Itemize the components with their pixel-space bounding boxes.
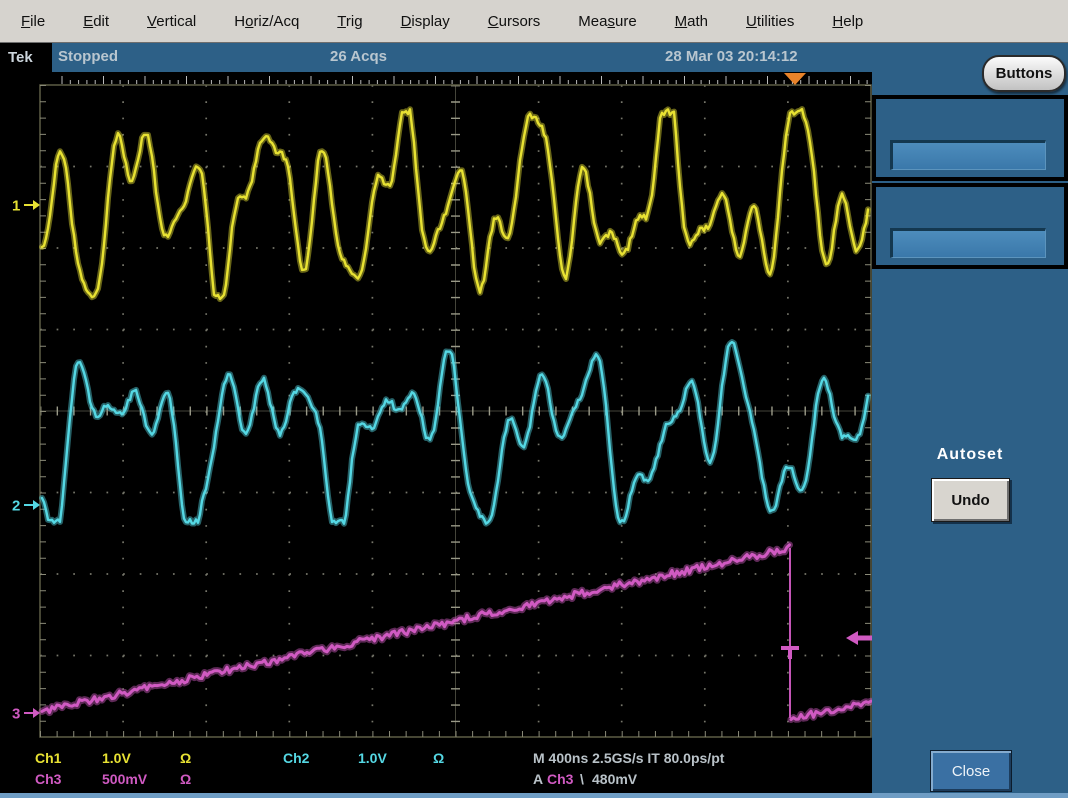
trace-ch3 — [42, 545, 871, 720]
trigger-slope-icon: \ — [580, 771, 584, 787]
acquisition-count: 26 Acqs — [330, 48, 387, 65]
acquisition-status: Stopped — [58, 48, 118, 65]
close-button[interactable]: Close — [930, 750, 1012, 792]
oscilloscope-screen: FileEditVerticalHoriz/AcqTrigDisplayCurs… — [0, 0, 1068, 798]
waveform-area: 1 2 3 — [0, 72, 872, 746]
panel-field-1[interactable] — [890, 140, 1046, 170]
ch2-label: Ch2 — [283, 750, 309, 766]
ch2-scale-readout: 1.0V — [358, 750, 387, 766]
ch3-reference-marker: 3 — [12, 706, 40, 723]
panel-field-2[interactable] — [890, 228, 1046, 258]
menu-item-help[interactable]: Help — [813, 13, 882, 30]
trigger-level-arrow-icon — [846, 631, 872, 645]
menu-item-utilities[interactable]: Utilities — [727, 13, 813, 30]
menu-bar: FileEditVerticalHoriz/AcqTrigDisplayCurs… — [0, 0, 1068, 43]
trigger-mode-readout: A — [533, 771, 543, 787]
trigger-level-readout: 480mV — [592, 771, 637, 787]
menu-item-display[interactable]: Display — [382, 13, 469, 30]
status-bar: Tek Stopped 26 Acqs 28 Mar 03 20:14:12 — [0, 43, 1068, 72]
menu-item-file[interactable]: File — [2, 13, 64, 30]
svg-text:1: 1 — [12, 198, 20, 215]
ch2-coupling-icon: Ω — [433, 750, 444, 766]
tek-logo: Tek — [0, 43, 52, 72]
menu-item-horiz-acq[interactable]: Horiz/Acq — [215, 13, 318, 30]
ch3-label: Ch3 — [35, 771, 61, 787]
menu-item-math[interactable]: Math — [656, 13, 727, 30]
ch1-coupling-icon: Ω — [180, 750, 191, 766]
menu-item-vertical[interactable]: Vertical — [128, 13, 215, 30]
ch1-label: Ch1 — [35, 750, 61, 766]
menu-item-trig[interactable]: Trig — [318, 13, 381, 30]
ch1-reference-marker: 1 — [12, 198, 40, 215]
bottom-edge — [0, 793, 1068, 798]
trigger-t-marker — [781, 646, 799, 659]
readout-bar: Ch1 1.0V Ω Ch2 1.0V Ω M 400ns 2.5GS/s IT… — [0, 746, 872, 793]
menu-item-cursors[interactable]: Cursors — [469, 13, 560, 30]
menu-item-measure[interactable]: Measure — [559, 13, 655, 30]
svg-text:2: 2 — [12, 498, 20, 515]
menu-panel-2 — [872, 183, 1068, 269]
menu-panel-1 — [872, 95, 1068, 181]
buttons-button[interactable]: Buttons — [982, 55, 1066, 92]
autoset-label: Autoset — [872, 446, 1068, 464]
datetime: 28 Mar 03 20:14:12 — [665, 48, 798, 65]
timebase-readout: M 400ns 2.5GS/s IT 80.0ps/pt — [533, 750, 724, 766]
ch1-scale-readout: 1.0V — [102, 750, 131, 766]
ch2-reference-marker: 2 — [12, 498, 40, 515]
svg-text:3: 3 — [12, 706, 20, 723]
scope-display: 1 2 3 — [0, 72, 872, 746]
menu-item-edit[interactable]: Edit — [64, 13, 128, 30]
trigger-position-icon — [784, 73, 806, 85]
trigger-source-readout: Ch3 — [547, 771, 573, 787]
ch3-scale-readout: 500mV — [102, 771, 147, 787]
ch3-coupling-icon: Ω — [180, 771, 191, 787]
undo-button[interactable]: Undo — [931, 478, 1010, 522]
side-panel: Autoset Undo Close — [872, 72, 1068, 798]
horizontal-position-ruler — [62, 73, 867, 85]
